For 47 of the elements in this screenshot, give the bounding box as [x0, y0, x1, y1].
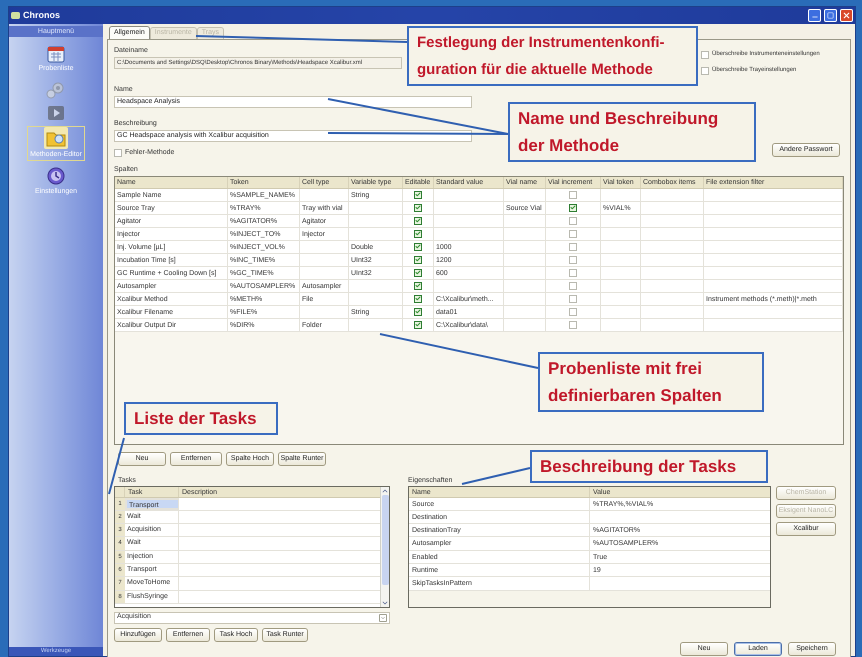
checkbox[interactable]: [569, 216, 577, 224]
checkbox[interactable]: [569, 268, 577, 276]
clock-icon: [46, 166, 66, 186]
minimize-button[interactable]: [808, 9, 821, 22]
checkbox[interactable]: [569, 294, 577, 302]
checkbox[interactable]: [569, 242, 577, 250]
checkbox[interactable]: [414, 294, 422, 302]
scrollbar[interactable]: [380, 486, 389, 606]
checkbox[interactable]: [414, 216, 422, 224]
checkbox[interactable]: [414, 268, 422, 276]
checkbox[interactable]: [569, 320, 577, 328]
window-title: Chronos: [23, 8, 60, 22]
checkbox[interactable]: [414, 242, 422, 250]
close-button[interactable]: [840, 9, 853, 22]
checkbox[interactable]: [414, 308, 422, 316]
checkbox[interactable]: [569, 204, 577, 212]
callout-text: Festlegung der Instrumentenkonfi-: [417, 33, 666, 53]
callout-text: Probenliste mit frei: [548, 358, 703, 380]
calendar-icon: [47, 45, 65, 63]
callout-text: definierbaren Spalten: [548, 385, 723, 407]
checkbox[interactable]: [569, 230, 577, 238]
checkbox[interactable]: [701, 66, 709, 74]
checkbox[interactable]: [414, 320, 422, 328]
checkbox[interactable]: [569, 256, 577, 264]
checkbox[interactable]: [701, 50, 709, 58]
app-icon: [11, 12, 20, 19]
checkbox[interactable]: [414, 230, 422, 238]
checkbox[interactable]: [569, 282, 577, 290]
checkbox[interactable]: [569, 190, 577, 198]
play-icon: [47, 104, 65, 120]
callout-text: guration für die aktuelle Methode: [417, 60, 654, 80]
callout-text: Name und Beschreibung: [518, 108, 720, 130]
checkbox[interactable]: [414, 204, 422, 212]
caret-icon: [379, 614, 387, 622]
checkbox[interactable]: [414, 256, 422, 264]
folder-icon: [44, 126, 68, 148]
callout-text: Liste der Tasks: [134, 408, 258, 430]
maximize-icon: [827, 12, 834, 19]
maximize-button[interactable]: [824, 9, 837, 22]
checkbox[interactable]: [114, 149, 122, 158]
callout-text: Beschreibung der Tasks: [540, 456, 738, 478]
callout-text: der Methode: [518, 135, 620, 157]
checkbox[interactable]: [569, 308, 577, 316]
checkbox[interactable]: [414, 282, 422, 290]
checkbox[interactable]: [414, 190, 422, 198]
leader-line: [462, 467, 530, 485]
close-icon: [842, 11, 851, 20]
